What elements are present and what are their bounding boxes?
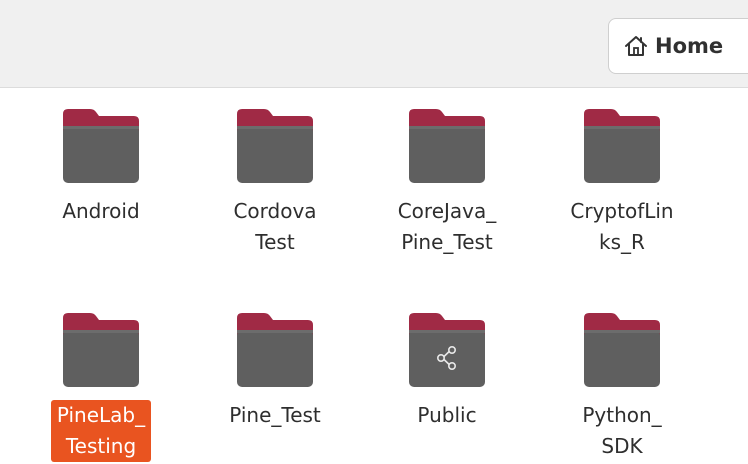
folder-item-cordova-test[interactable]: Cordova Test bbox=[210, 106, 340, 258]
path-button-label: Home bbox=[655, 34, 724, 58]
folder-item-cryptoflinks-r[interactable]: CryptofLin ks_R bbox=[557, 106, 687, 258]
folder-icon bbox=[60, 106, 142, 186]
item-label: Python_ SDK bbox=[582, 403, 662, 458]
share-icon bbox=[435, 344, 459, 372]
folder-item-python-sdk[interactable]: Python_ SDK bbox=[557, 310, 687, 462]
folder-item-pine-test[interactable]: Pine_Test bbox=[210, 310, 340, 431]
folder-icon bbox=[60, 310, 142, 390]
item-label: Public bbox=[417, 403, 477, 427]
item-label: Cordova Test bbox=[233, 199, 317, 254]
file-manager-window: Home Android Cordova Test CoreJava_ Pine… bbox=[0, 0, 748, 464]
item-label: Pine_Test bbox=[229, 403, 321, 427]
item-label: PineLab_ Testing bbox=[50, 400, 152, 462]
folder-icon bbox=[234, 106, 316, 186]
folder-item-pinelab-testing[interactable]: PineLab_ Testing bbox=[36, 310, 166, 462]
folder-icon bbox=[406, 106, 488, 186]
folder-item-android[interactable]: Android bbox=[36, 106, 166, 227]
header-bar: Home bbox=[0, 0, 748, 88]
folder-icon bbox=[234, 310, 316, 390]
folder-item-corejava-pine-test[interactable]: CoreJava_ Pine_Test bbox=[382, 106, 512, 258]
folder-icon bbox=[581, 106, 663, 186]
file-grid: Android Cordova Test CoreJava_ Pine_Test… bbox=[0, 88, 748, 464]
folder-icon bbox=[581, 310, 663, 390]
folder-icon bbox=[406, 310, 488, 390]
item-label: CryptofLin ks_R bbox=[570, 199, 674, 254]
item-label: CoreJava_ Pine_Test bbox=[397, 199, 497, 254]
path-button-home[interactable]: Home bbox=[608, 18, 748, 74]
item-label: Android bbox=[62, 199, 140, 223]
home-icon bbox=[623, 33, 649, 59]
folder-item-public[interactable]: Public bbox=[382, 310, 512, 431]
